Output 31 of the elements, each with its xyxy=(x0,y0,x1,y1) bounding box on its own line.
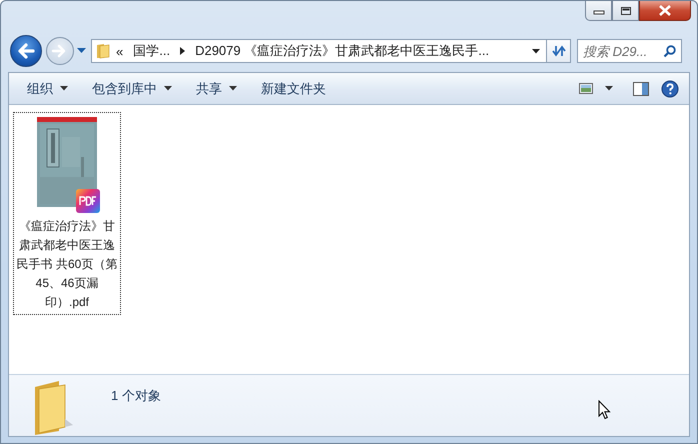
maximize-icon xyxy=(620,6,632,16)
minimize-button[interactable] xyxy=(585,1,612,21)
search-field[interactable]: 搜索 D29... xyxy=(577,39,682,63)
chevron-icon[interactable] xyxy=(180,47,186,55)
close-button[interactable] xyxy=(639,1,691,21)
dropdown-icon[interactable] xyxy=(605,86,613,91)
folder-icon xyxy=(96,43,110,59)
refresh-button[interactable] xyxy=(547,39,571,63)
toolbar-button[interactable]: 组织 xyxy=(17,76,78,102)
breadcrumb-item[interactable]: D29079 《瘟症治疗法》甘肃武都老中医王逸民手... xyxy=(195,42,490,60)
search-icon xyxy=(663,45,676,58)
dropdown-icon[interactable] xyxy=(532,48,540,54)
help-icon xyxy=(661,80,679,98)
overflow-chevron[interactable]: « xyxy=(116,44,124,58)
back-button[interactable] xyxy=(10,35,42,67)
status-text: 1 个对象 xyxy=(111,387,161,405)
arrow-left-icon xyxy=(16,42,36,60)
file-name: 《瘟症治疗法》甘肃武都老中医王逸民手书 共60页（第45、46页漏印）.pdf xyxy=(16,218,118,311)
picture-view-icon xyxy=(579,83,593,94)
file-item[interactable]: 《瘟症治疗法》甘肃武都老中医王逸民手书 共60页（第45、46页漏印）.pdf xyxy=(13,112,121,315)
cursor-icon xyxy=(598,400,611,420)
toolbar-button[interactable]: 包含到库中 xyxy=(82,76,182,102)
refresh-icon xyxy=(552,45,566,57)
pane-icon xyxy=(633,82,649,96)
close-icon xyxy=(658,5,672,16)
pdf-icon xyxy=(76,189,100,213)
maximize-button[interactable] xyxy=(612,1,639,21)
breadcrumb-item[interactable]: 国学... xyxy=(133,42,170,60)
address-bar[interactable]: « 国学... D29079 《瘟症治疗法》甘肃武都老中医王逸民手... xyxy=(91,39,547,63)
toolbar-button[interactable]: 共享 xyxy=(186,76,247,102)
toolbar-button[interactable]: 新建文件夹 xyxy=(251,76,336,102)
